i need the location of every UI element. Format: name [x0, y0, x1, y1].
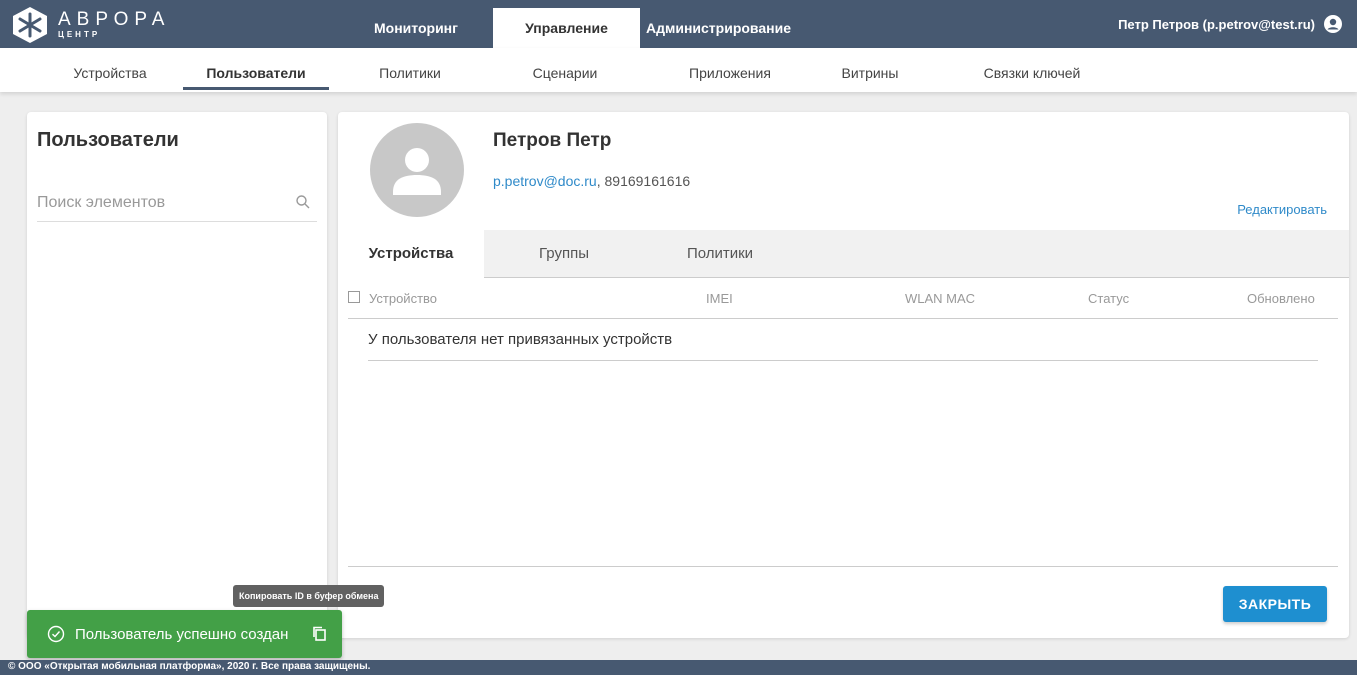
subnav-devices[interactable]: Устройства: [50, 48, 170, 92]
column-device[interactable]: Устройство: [369, 291, 437, 306]
subnav-keychains[interactable]: Связки ключей: [962, 48, 1102, 92]
divider: [348, 566, 1338, 567]
detail-tabs: Устройства Группы Политики: [338, 230, 1349, 278]
subnav-users[interactable]: Пользователи: [183, 48, 329, 92]
logo[interactable]: АВРОРА ЦЕНТР: [10, 6, 220, 44]
user-contacts: p.petrov@doc.ru, 89169161616: [493, 173, 690, 189]
user-account-icon: [1324, 15, 1342, 33]
devices-table-header: Устройство IMEI WLAN MAC Статус Обновлен…: [348, 278, 1338, 319]
subnav-showcases[interactable]: Витрины: [820, 48, 920, 92]
main-nav: Мониторинг Управление Администрирование: [339, 8, 820, 48]
search-placeholder: Поиск элементов: [37, 194, 166, 211]
user-avatar-icon: [393, 148, 441, 195]
subnav-applications[interactable]: Приложения: [665, 48, 795, 92]
user-label: Петр Петров (p.petrov@test.ru): [1118, 16, 1315, 32]
edit-button[interactable]: Редактировать: [1237, 202, 1327, 217]
avatar: [370, 123, 464, 217]
tab-devices[interactable]: Устройства: [338, 230, 484, 278]
tab-groups[interactable]: Группы: [504, 230, 624, 278]
brand-title: АВРОРА: [58, 9, 171, 30]
aurora-logo-icon: [13, 7, 47, 43]
search-input[interactable]: Поиск элементов: [37, 190, 317, 222]
column-updated[interactable]: Обновлено: [1247, 291, 1315, 306]
subnav-policies[interactable]: Политики: [350, 48, 470, 92]
select-all-checkbox[interactable]: [348, 291, 360, 303]
tab-policies[interactable]: Политики: [660, 230, 780, 278]
copy-icon[interactable]: [311, 625, 329, 643]
user-email-link[interactable]: p.petrov@doc.ru: [493, 173, 597, 189]
brand-subtitle: ЦЕНТР: [58, 30, 101, 39]
user-phone: , 89169161616: [596, 173, 691, 189]
user-full-name: Петров Петр: [493, 130, 612, 151]
close-button[interactable]: ЗАКРЫТЬ: [1223, 586, 1327, 622]
tab-administration[interactable]: Администрирование: [640, 8, 820, 48]
empty-table-message: У пользователя нет привязанных устройств: [368, 319, 1318, 361]
tab-monitoring[interactable]: Мониторинг: [339, 8, 493, 48]
column-wlan-mac[interactable]: WLAN MAC: [905, 291, 975, 306]
search-icon[interactable]: [295, 194, 311, 210]
column-imei[interactable]: IMEI: [706, 291, 733, 306]
footer: © ООО «Открытая мобильная платформа», 20…: [0, 660, 1357, 675]
sub-nav: Устройства Пользователи Политики Сценари…: [0, 48, 1357, 92]
tab-management[interactable]: Управление: [493, 8, 640, 48]
top-bar: АВРОРА ЦЕНТР Мониторинг Управление Админ…: [0, 0, 1357, 48]
active-subnav-indicator: [183, 87, 329, 90]
panel-title: Пользователи: [37, 129, 179, 151]
check-circle-icon: [47, 625, 65, 643]
success-toast: Пользователь успешно создан: [27, 610, 342, 658]
users-list-panel: Пользователи Поиск элементов: [27, 112, 327, 638]
subnav-scenarios[interactable]: Сценарии: [505, 48, 625, 92]
user-menu[interactable]: Петр Петров (p.petrov@test.ru): [1118, 0, 1343, 48]
user-detail-panel: Петров Петр p.petrov@doc.ru, 89169161616…: [338, 112, 1349, 638]
copy-id-tooltip: Копировать ID в буфер обмена: [233, 585, 385, 607]
column-status[interactable]: Статус: [1088, 291, 1129, 306]
toast-message: Пользователь успешно создан: [75, 625, 289, 643]
